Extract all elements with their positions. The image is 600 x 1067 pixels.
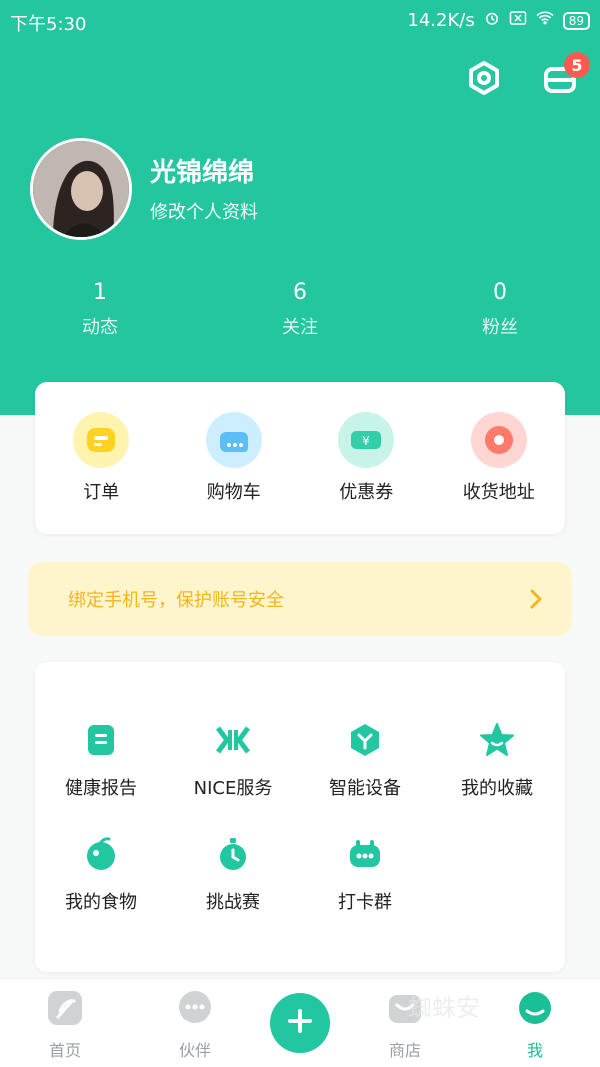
stopwatch-icon bbox=[215, 836, 251, 876]
stat-following[interactable]: 6 关注 bbox=[200, 280, 400, 339]
nav-me[interactable]: 我 bbox=[480, 979, 590, 1061]
quick-action-coupons[interactable]: ¥ 优惠券 bbox=[311, 412, 421, 504]
service-favorites[interactable]: 我的收藏 bbox=[431, 722, 563, 800]
header-actions: 5 bbox=[464, 52, 590, 100]
service-smart-device[interactable]: 智能设备 bbox=[299, 722, 431, 800]
cart-icon bbox=[205, 412, 262, 468]
chevron-right-icon bbox=[526, 586, 546, 616]
home-icon bbox=[46, 989, 84, 1031]
stat-label: 动态 bbox=[82, 317, 118, 338]
messages-button[interactable]: 5 bbox=[540, 52, 590, 100]
checkin-group-icon bbox=[347, 836, 383, 876]
service-label: 我的食物 bbox=[65, 892, 137, 913]
quick-action-label: 订单 bbox=[83, 482, 120, 503]
services-card: 健康报告 NICE服务 智能设备 我的收藏 我的食物 挑战赛 打卡群 bbox=[35, 662, 565, 972]
nav-home[interactable]: 首页 bbox=[10, 979, 120, 1061]
food-icon bbox=[83, 836, 119, 876]
status-bar: 下午5:30 14.2K/s 89 bbox=[0, 0, 600, 40]
quick-actions-card: 订单 购物车 ¥ 优惠券 收货地址 bbox=[35, 382, 565, 534]
alarm-icon bbox=[483, 9, 501, 32]
profile-stats: 1 动态 6 关注 0 粉丝 bbox=[0, 280, 600, 339]
wifi-icon bbox=[535, 10, 555, 31]
network-speed: 14.2K/s bbox=[407, 10, 475, 31]
status-time: 下午5:30 bbox=[10, 14, 87, 35]
settings-button[interactable] bbox=[464, 60, 504, 100]
profile-name[interactable]: 光锦绵绵 bbox=[150, 152, 254, 189]
me-icon bbox=[516, 989, 554, 1031]
edit-profile-link[interactable]: 修改个人资料 bbox=[150, 198, 258, 224]
nav-label: 首页 bbox=[48, 1041, 81, 1060]
hex-settings-icon bbox=[466, 60, 502, 100]
coupon-icon: ¥ bbox=[338, 412, 395, 468]
service-challenge[interactable]: 挑战赛 bbox=[167, 836, 299, 914]
star-icon bbox=[479, 722, 515, 762]
stat-label: 关注 bbox=[282, 317, 318, 338]
service-label: 挑战赛 bbox=[206, 892, 260, 913]
add-button[interactable] bbox=[270, 993, 330, 1053]
bind-phone-banner[interactable]: 绑定手机号，保护账号安全 bbox=[28, 562, 572, 636]
service-label: 健康报告 bbox=[65, 778, 137, 799]
stat-value: 6 bbox=[293, 280, 307, 305]
plus-icon bbox=[287, 1008, 313, 1038]
order-icon bbox=[73, 412, 130, 468]
stat-followers[interactable]: 0 粉丝 bbox=[400, 280, 600, 339]
sim-icon bbox=[509, 10, 527, 31]
nav-label: 我 bbox=[526, 1041, 543, 1060]
service-health-report[interactable]: 健康报告 bbox=[35, 722, 167, 800]
service-nice[interactable]: NICE服务 bbox=[167, 722, 299, 800]
stat-value: 0 bbox=[493, 280, 507, 305]
quick-action-label: 优惠券 bbox=[339, 482, 394, 503]
service-label: NICE服务 bbox=[193, 778, 273, 799]
nice-service-icon bbox=[215, 722, 251, 762]
smart-device-icon bbox=[347, 722, 383, 762]
service-my-food[interactable]: 我的食物 bbox=[35, 836, 167, 914]
battery-indicator: 89 bbox=[562, 11, 590, 30]
nav-label: 商店 bbox=[388, 1041, 421, 1060]
quick-action-label: 购物车 bbox=[206, 482, 261, 503]
avatar[interactable] bbox=[30, 138, 132, 240]
svg-text:¥: ¥ bbox=[362, 434, 370, 448]
nav-partners[interactable]: 伙伴 bbox=[140, 979, 250, 1061]
stat-posts[interactable]: 1 动态 bbox=[0, 280, 200, 339]
report-icon bbox=[83, 722, 119, 762]
status-right: 14.2K/s 89 bbox=[407, 9, 590, 32]
quick-action-cart[interactable]: 购物车 bbox=[179, 412, 289, 504]
service-checkin-group[interactable]: 打卡群 bbox=[299, 836, 431, 914]
quick-action-address[interactable]: 收货地址 bbox=[444, 412, 554, 504]
service-label: 智能设备 bbox=[329, 778, 401, 799]
quick-action-label: 收货地址 bbox=[462, 482, 535, 503]
location-icon bbox=[470, 412, 527, 468]
chat-icon bbox=[176, 989, 214, 1031]
bind-phone-text: 绑定手机号，保护账号安全 bbox=[68, 590, 284, 611]
nav-label: 伙伴 bbox=[178, 1041, 211, 1060]
service-label: 打卡群 bbox=[338, 892, 392, 913]
service-label: 我的收藏 bbox=[461, 778, 533, 799]
bottom-nav: 首页 伙伴 商店 我 bbox=[0, 978, 600, 1067]
stat-label: 粉丝 bbox=[482, 317, 518, 338]
quick-action-orders[interactable]: 订单 bbox=[46, 412, 156, 504]
watermark: 蜘蛛安 bbox=[408, 994, 480, 1022]
stat-value: 1 bbox=[93, 280, 107, 305]
notification-badge: 5 bbox=[564, 52, 590, 78]
